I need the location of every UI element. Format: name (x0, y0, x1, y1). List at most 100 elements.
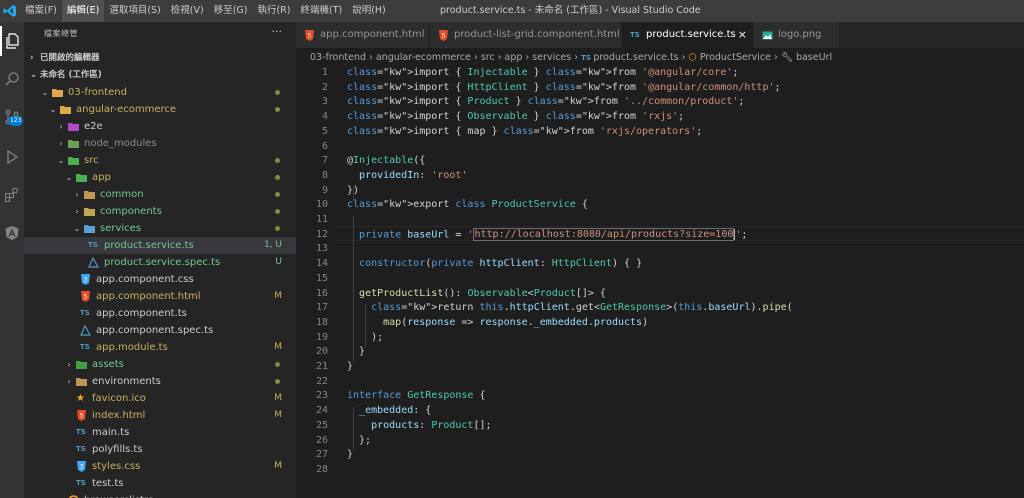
explorer-icon[interactable] (0, 26, 24, 56)
tree-item-components[interactable]: › components (24, 203, 296, 220)
more-actions-button[interactable]: ··· (272, 25, 283, 38)
code-line[interactable]: } (347, 346, 365, 357)
line-number: 8 (321, 169, 328, 181)
breadcrumb-item[interactable]: app (505, 52, 523, 63)
chevron-down-icon: ⌄ (57, 156, 65, 165)
tree-item-app[interactable]: ⌄ app (24, 169, 296, 186)
menu-edit[interactable]: 編輯(E) (61, 0, 105, 22)
git-status: M (274, 410, 282, 420)
search-icon[interactable] (0, 64, 24, 94)
tree-item-polyfills-ts[interactable]: TS polyfills.ts (24, 441, 296, 458)
close-tab-icon[interactable]: × (738, 22, 747, 48)
css-file-icon: 3 (77, 461, 86, 472)
tab-app-component-html[interactable]: 5 app.component.html (296, 22, 430, 48)
tree-item-product-service-spec-ts[interactable]: product.service.spec.ts U (24, 254, 296, 271)
code-line[interactable]: _embedded: { (347, 405, 431, 416)
code-line[interactable]: class="kw">return this.httpClient.get<Ge… (347, 302, 793, 313)
breadcrumb-item[interactable]: 03-frontend (310, 52, 366, 63)
breadcrumb-item[interactable]: ProductService (700, 52, 771, 63)
menu-selection[interactable]: 選取項目(S) (104, 0, 165, 22)
angular-icon[interactable] (0, 218, 24, 248)
menu-help[interactable]: 說明(H) (347, 0, 391, 22)
angular-folder-icon (60, 106, 71, 114)
tree-item-angular-ecommerce[interactable]: ⌄ angular-ecommerce (24, 101, 296, 118)
code-line[interactable]: getProductList(): Observable<Product[]> … (347, 288, 606, 299)
tree-item-app-component-ts[interactable]: TS app.component.ts (24, 305, 296, 322)
code-line[interactable]: @Injectable({ (347, 155, 425, 166)
chevron-down-icon: ⌄ (49, 105, 57, 114)
code-line[interactable]: class="kw">import { Observable } class="… (347, 111, 684, 122)
tree-item-main-ts[interactable]: TS main.ts (24, 424, 296, 441)
chevron-right-icon: › (75, 207, 79, 216)
menu-run[interactable]: 執行(R) (252, 0, 295, 22)
code-line[interactable]: class="kw">export class ProductService { (347, 199, 588, 210)
tab-product-list-grid-component-html[interactable]: 5 product-list-grid.component.html (430, 22, 622, 48)
tree-item-common[interactable]: › common (24, 186, 296, 203)
tree-item-test-ts[interactable]: TS test.ts (24, 475, 296, 492)
menu-go[interactable]: 移至(G) (209, 0, 253, 22)
code-line[interactable]: }; (347, 435, 371, 446)
workspace-section[interactable]: ⌄ 未命名 (工作區) (24, 67, 296, 84)
tree-item-favicon-ico[interactable]: ★ favicon.ico M (24, 390, 296, 407)
code-line[interactable]: providedIn: 'root' (347, 170, 467, 181)
code-line[interactable]: map(response => response._embedded.produ… (347, 317, 648, 328)
activity-bar: 123 (0, 22, 24, 498)
code-line[interactable]: class="kw">import { map } class="kw">fro… (347, 126, 702, 137)
chevron-down-icon: ⌄ (41, 88, 49, 97)
breadcrumb-item[interactable]: src (481, 52, 495, 63)
components-folder-icon (84, 208, 95, 216)
git-status: M (274, 291, 282, 301)
extensions-icon[interactable] (0, 180, 24, 210)
menu-terminal[interactable]: 終端機(T) (295, 0, 347, 22)
tree-item-product-service-ts[interactable]: TS product.service.ts 1, U (24, 237, 296, 254)
tree-item-styles-css[interactable]: 3 styles.css M (24, 458, 296, 475)
code-line[interactable]: private baseUrl = 'http://localhost:8080… (347, 228, 747, 242)
code-line[interactable]: interface GetResponse { (347, 390, 486, 401)
section-label: 已開啟的編輯器 (40, 53, 100, 63)
tree-item-app-component-spec-ts[interactable]: app.component.spec.ts (24, 322, 296, 339)
breadcrumb-separator-icon: › (522, 52, 533, 63)
tree-item-node-modules[interactable]: › node_modules (24, 135, 296, 152)
tree-item-03-frontend[interactable]: ⌄ 03-frontend (24, 84, 296, 101)
breadcrumb-item[interactable]: services (532, 52, 571, 63)
svg-text:5: 5 (442, 33, 446, 40)
line-number: 12 (315, 228, 328, 240)
breadcrumb-item[interactable]: angular-ecommerce (376, 52, 471, 63)
menu-view[interactable]: 檢視(V) (166, 0, 209, 22)
tree-item-browserslistrc[interactable]: browserslistrc (24, 492, 296, 498)
open-editors-section[interactable]: › 已開啟的編輯器 (24, 50, 296, 67)
tree-item-app-module-ts[interactable]: TS app.module.ts M (24, 339, 296, 356)
tree-item-services[interactable]: ⌄ services (24, 220, 296, 237)
breadcrumb-separator-icon: › (470, 52, 481, 63)
breadcrumb-item[interactable]: product.service.ts (593, 52, 678, 63)
code-line[interactable]: class="kw">import { HttpClient } class="… (347, 82, 781, 93)
tree-item-assets[interactable]: › assets (24, 356, 296, 373)
code-editor[interactable]: 1 class="kw">import { Injectable } class=… (296, 67, 1024, 498)
source-control-icon[interactable]: 123 (0, 102, 24, 132)
git-status: 1, U (263, 240, 282, 250)
tab-logo-png[interactable]: logo.png (754, 22, 840, 48)
vscode-logo-icon[interactable] (0, 0, 20, 22)
svg-text:5: 5 (80, 413, 84, 420)
tab-product-service-ts[interactable]: TS product.service.ts × (622, 22, 754, 48)
tree-item-e2e[interactable]: › e2e (24, 118, 296, 135)
line-number: 21 (315, 361, 328, 372)
code-line[interactable]: constructor(private httpClient: HttpClie… (347, 258, 642, 269)
menu-file[interactable]: 檔案(F) (20, 0, 62, 22)
run-debug-icon[interactable] (0, 142, 24, 172)
modified-dot (275, 209, 280, 214)
chevron-right-icon: › (59, 139, 63, 148)
tree-item-src[interactable]: ⌄ src (24, 152, 296, 169)
explorer-sidebar: 檔案總管 ··· › 已開啟的編輯器 ⌄ 未命名 (工作區) ⌄ 03-fronte… (24, 22, 296, 498)
editor-tabs: 5 app.component.html 5 product-list-grid… (296, 22, 1024, 48)
tree-item-index-html[interactable]: 5 index.html M (24, 407, 296, 424)
code-line[interactable]: products: Product[]; (347, 420, 491, 431)
tree-item-environments[interactable]: › environments (24, 373, 296, 390)
tree-item-app-component-html[interactable]: 5 app.component.html M (24, 288, 296, 305)
tree-item-app-component-css[interactable]: 3 app.component.css (24, 271, 296, 288)
code-line[interactable]: class="kw">import { Product } class="kw"… (347, 96, 744, 107)
chevron-down-icon: ⌄ (73, 224, 81, 233)
line-number: 6 (321, 140, 328, 152)
breadcrumb-item[interactable]: baseUrl (796, 52, 832, 63)
code-line[interactable]: class="kw">import { Injectable } class="… (347, 67, 738, 78)
